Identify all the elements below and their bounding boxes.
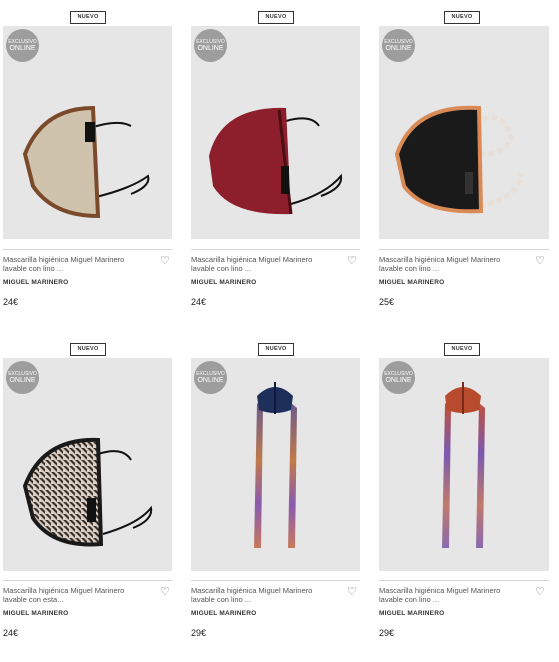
exclusive-online-badge: EXCLUSIVO ONLINE (194, 29, 227, 62)
title-line: Mascarilla higiénica Miguel Marinero (379, 255, 501, 264)
title-line: Mascarilla higiénica Miguel Marinero (379, 586, 501, 595)
divider (191, 580, 360, 581)
exclusive-online-badge: EXCLUSIVO ONLINE (6, 29, 39, 62)
brand-name: MIGUEL MARINERO (3, 610, 69, 617)
divider (3, 249, 172, 250)
online-label: ONLINE (197, 44, 224, 52)
online-label: ONLINE (9, 44, 36, 52)
product-image[interactable]: EXCLUSIVO ONLINE (3, 358, 172, 571)
product-title[interactable]: Mascarilla higiénica Miguel Marinero lav… (3, 255, 153, 273)
price: 24€ (3, 628, 19, 638)
new-badge: NUEVO (444, 11, 480, 24)
title-line: Mascarilla higiénica Miguel Marinero (191, 586, 313, 595)
price: 29€ (379, 628, 395, 638)
title-line: Mascarilla higiénica Miguel Marinero (191, 255, 313, 264)
new-badge: NUEVO (70, 11, 106, 24)
online-label: ONLINE (9, 376, 36, 384)
title-line: Mascarilla higiénica Miguel Marinero (3, 255, 125, 264)
price: 29€ (191, 628, 207, 638)
divider (379, 580, 549, 581)
title-line: lavable con lino ... (191, 264, 252, 273)
online-label: ONLINE (197, 376, 224, 384)
divider (191, 249, 360, 250)
title-line: Mascarilla higiénica Miguel Marinero (3, 586, 125, 595)
new-badge: NUEVO (444, 343, 480, 356)
new-badge: NUEVO (258, 11, 294, 24)
product-image[interactable]: EXCLUSIVO ONLINE (191, 358, 360, 571)
product-image[interactable]: EXCLUSIVO ONLINE (379, 26, 549, 239)
title-line: lavable con lino ... (379, 595, 440, 604)
divider (3, 580, 172, 581)
heart-outline-icon[interactable]: ♡ (347, 256, 357, 267)
price: 25€ (379, 297, 395, 307)
heart-outline-icon[interactable]: ♡ (160, 587, 170, 598)
heart-outline-icon[interactable]: ♡ (160, 256, 170, 267)
online-label: ONLINE (385, 376, 412, 384)
divider (379, 249, 549, 250)
online-label: ONLINE (385, 44, 412, 52)
brand-name: MIGUEL MARINERO (191, 610, 257, 617)
new-badge: NUEVO (70, 343, 106, 356)
product-title[interactable]: Mascarilla higiénica Miguel Marinero lav… (191, 255, 341, 273)
title-line: lavable con lino ... (379, 264, 440, 273)
product-grid: NUEVO EXCLUSIVO ONLINE Mascarilla higién… (0, 0, 559, 662)
price: 24€ (3, 297, 19, 307)
product-image[interactable]: EXCLUSIVO ONLINE (191, 26, 360, 239)
product-image[interactable]: EXCLUSIVO ONLINE (3, 26, 172, 239)
product-title[interactable]: Mascarilla higiénica Miguel Marinero lav… (3, 586, 153, 604)
title-line: lavable con esta... (3, 595, 64, 604)
brand-name: MIGUEL MARINERO (191, 279, 257, 286)
product-title[interactable]: Mascarilla higiénica Miguel Marinero lav… (379, 255, 529, 273)
heart-outline-icon[interactable]: ♡ (347, 587, 357, 598)
price: 24€ (191, 297, 207, 307)
product-image[interactable]: EXCLUSIVO ONLINE (379, 358, 549, 571)
new-badge: NUEVO (258, 343, 294, 356)
title-line: lavable con lino ... (3, 264, 64, 273)
product-title[interactable]: Mascarilla higiénica Miguel Marinero lav… (379, 586, 529, 604)
title-line: lavable con lino ... (191, 595, 252, 604)
product-title[interactable]: Mascarilla higiénica Miguel Marinero lav… (191, 586, 341, 604)
brand-name: MIGUEL MARINERO (3, 279, 69, 286)
exclusive-online-badge: EXCLUSIVO ONLINE (194, 361, 227, 394)
exclusive-online-badge: EXCLUSIVO ONLINE (382, 361, 415, 394)
exclusive-online-badge: EXCLUSIVO ONLINE (6, 361, 39, 394)
heart-outline-icon[interactable]: ♡ (535, 256, 545, 267)
brand-name: MIGUEL MARINERO (379, 279, 445, 286)
exclusive-online-badge: EXCLUSIVO ONLINE (382, 29, 415, 62)
brand-name: MIGUEL MARINERO (379, 610, 445, 617)
heart-outline-icon[interactable]: ♡ (535, 587, 545, 598)
